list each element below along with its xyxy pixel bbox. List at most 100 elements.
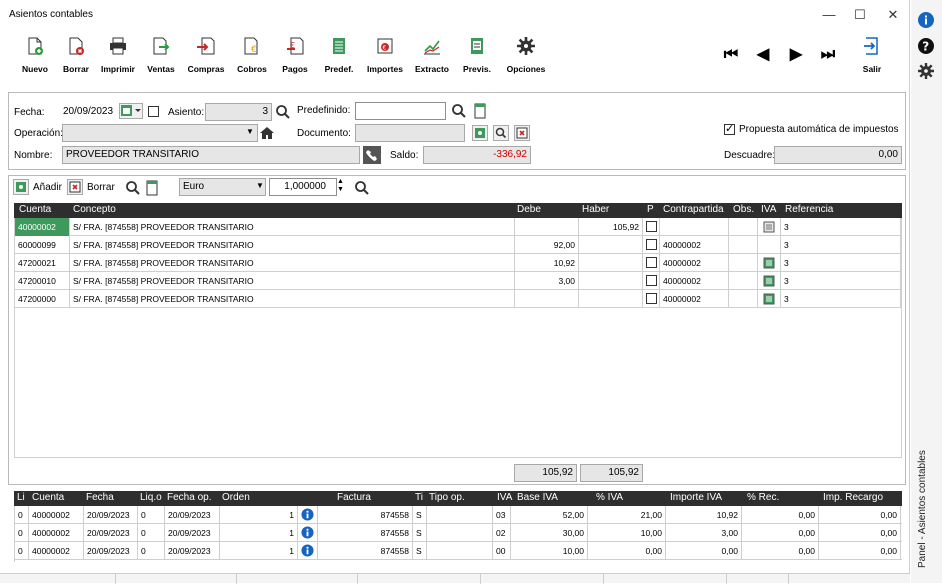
vat-cell-tipo_op[interactable]: [427, 524, 493, 542]
cell-contrapartida[interactable]: 40000002: [660, 254, 729, 272]
p-checkbox[interactable]: [646, 293, 657, 304]
vat-entry-icon[interactable]: [763, 293, 775, 305]
delete-button[interactable]: Borrar: [63, 36, 89, 82]
cell-debe[interactable]: 92,00: [515, 236, 579, 254]
vat-cell-fecha[interactable]: 20/09/2023: [84, 506, 138, 524]
cell-haber[interactable]: 105,92: [579, 218, 643, 236]
vat-row[interactable]: 0 40000002 20/09/2023 0 20/09/2023 1 874558 S 02…: [15, 524, 902, 542]
vat-cell-fecha_op[interactable]: 20/09/2023: [165, 542, 220, 560]
vat-cell-pct[interactable]: 21,00: [588, 506, 666, 524]
vat-cell-cuenta[interactable]: 40000002: [29, 506, 84, 524]
info-icon[interactable]: [301, 526, 314, 539]
cell-obs[interactable]: [729, 290, 758, 308]
note-icon[interactable]: [144, 180, 160, 196]
document-image-button[interactable]: [472, 125, 488, 141]
vat-cell-fecha_op[interactable]: 20/09/2023: [165, 524, 220, 542]
phone-button[interactable]: [363, 146, 381, 164]
cell-concepto[interactable]: S/ FRA. [874558] PROVEEDOR TRANSITARIO: [70, 290, 515, 308]
vat-cell-rec[interactable]: 0,00: [742, 506, 819, 524]
vat-cell-recargo[interactable]: 0,00: [819, 542, 901, 560]
vat-cell-importe[interactable]: 0,00: [666, 542, 742, 560]
first-record-button[interactable]: ⏮: [720, 44, 742, 66]
delete-line-button[interactable]: Borrar: [87, 182, 115, 193]
vat-cell-orden[interactable]: 1: [220, 506, 298, 524]
cell-obs[interactable]: [729, 254, 758, 272]
vat-cell-iva[interactable]: 02: [493, 524, 511, 542]
cell-cuenta[interactable]: 47200000: [15, 290, 70, 308]
vat-row[interactable]: 0 40000002 20/09/2023 0 20/09/2023 1 874558 S 03…: [15, 506, 902, 524]
payments-button[interactable]: € Pagos: [282, 36, 308, 82]
purchases-button[interactable]: Compras: [188, 36, 224, 82]
cell-p[interactable]: [643, 290, 660, 308]
cell-cuenta[interactable]: 47200021: [15, 254, 70, 272]
predefined-button[interactable]: Predef.: [325, 36, 353, 82]
ledger-button[interactable]: Extracto: [415, 36, 449, 82]
cell-cuenta[interactable]: 47200010: [15, 272, 70, 290]
minimize-button[interactable]: —: [815, 4, 843, 26]
cell-iva[interactable]: [758, 272, 781, 290]
vat-cell-cuenta[interactable]: 40000002: [29, 542, 84, 560]
collections-button[interactable]: € Cobros: [237, 36, 267, 82]
cell-ref[interactable]: 3: [781, 218, 901, 236]
vat-cell-recargo[interactable]: 0,00: [819, 524, 901, 542]
vat-cell-factura[interactable]: 874558: [318, 542, 413, 560]
cell-p[interactable]: [643, 218, 660, 236]
cell-obs[interactable]: [729, 218, 758, 236]
gear-icon[interactable]: [917, 62, 935, 80]
cell-cuenta[interactable]: 60000099: [15, 236, 70, 254]
cell-debe[interactable]: 3,00: [515, 272, 579, 290]
vat-cell-fecha[interactable]: 20/09/2023: [84, 524, 138, 542]
vat-cell-base[interactable]: 52,00: [511, 506, 588, 524]
p-checkbox[interactable]: [646, 221, 657, 232]
next-record-button[interactable]: ▶: [785, 44, 807, 66]
info-icon[interactable]: [301, 544, 314, 557]
lines-row[interactable]: 40000002 S/ FRA. [874558] PROVEEDOR TRANS…: [15, 218, 901, 236]
p-checkbox[interactable]: [646, 275, 657, 286]
predefinido-input[interactable]: [355, 102, 446, 120]
cell-p[interactable]: [643, 254, 660, 272]
asiento-input[interactable]: 3: [205, 103, 272, 121]
cell-ref[interactable]: 3: [781, 236, 901, 254]
cell-haber[interactable]: [579, 272, 643, 290]
currency-select[interactable]: Euro: [179, 178, 266, 196]
vat-cell-iva[interactable]: 00: [493, 542, 511, 560]
cell-contrapartida[interactable]: [660, 218, 729, 236]
cell-iva[interactable]: [758, 236, 781, 254]
vat-cell-tipo_op[interactable]: [427, 542, 493, 560]
vat-cell-importe[interactable]: 3,00: [666, 524, 742, 542]
cell-p[interactable]: [643, 236, 660, 254]
previous-record-button[interactable]: ◀: [752, 44, 774, 66]
cell-haber[interactable]: [579, 290, 643, 308]
vat-cell-ti[interactable]: S: [413, 506, 427, 524]
help-icon[interactable]: ?: [917, 37, 935, 55]
cell-contrapartida[interactable]: 40000002: [660, 272, 729, 290]
lines-row[interactable]: 47200000 S/ FRA. [874558] PROVEEDOR TRANS…: [15, 290, 901, 308]
vat-cell-base[interactable]: 10,00: [511, 542, 588, 560]
vat-entry-icon[interactable]: [763, 275, 775, 287]
cell-iva[interactable]: [758, 254, 781, 272]
cell-concepto[interactable]: S/ FRA. [874558] PROVEEDOR TRANSITARIO: [70, 272, 515, 290]
vat-cell-rec[interactable]: 0,00: [742, 542, 819, 560]
document-delete-button[interactable]: [514, 125, 530, 141]
cell-concepto[interactable]: S/ FRA. [874558] PROVEEDOR TRANSITARIO: [70, 236, 515, 254]
vat-empty-icon[interactable]: [763, 221, 775, 233]
add-line-button[interactable]: Añadir: [33, 182, 62, 193]
note-icon[interactable]: [472, 103, 488, 119]
new-button[interactable]: Nuevo: [22, 36, 48, 82]
cell-haber[interactable]: [579, 236, 643, 254]
document-search-button[interactable]: [493, 125, 509, 141]
cell-concepto[interactable]: S/ FRA. [874558] PROVEEDOR TRANSITARIO: [70, 218, 515, 236]
cell-iva[interactable]: [758, 218, 781, 236]
vat-cell-iva[interactable]: 03: [493, 506, 511, 524]
side-panel-label[interactable]: Panel - Asientos contables: [917, 450, 928, 568]
cell-concepto[interactable]: S/ FRA. [874558] PROVEEDOR TRANSITARIO: [70, 254, 515, 272]
cell-obs[interactable]: [729, 236, 758, 254]
cell-ref[interactable]: 3: [781, 290, 901, 308]
p-checkbox[interactable]: [646, 239, 657, 250]
search-icon[interactable]: [354, 180, 370, 196]
cell-p[interactable]: [643, 272, 660, 290]
vat-cell-tipo_op[interactable]: [427, 506, 493, 524]
vat-cell-rec[interactable]: 0,00: [742, 524, 819, 542]
vat-cell-pct[interactable]: 0,00: [588, 542, 666, 560]
lines-row[interactable]: 47200010 S/ FRA. [874558] PROVEEDOR TRANS…: [15, 272, 901, 290]
